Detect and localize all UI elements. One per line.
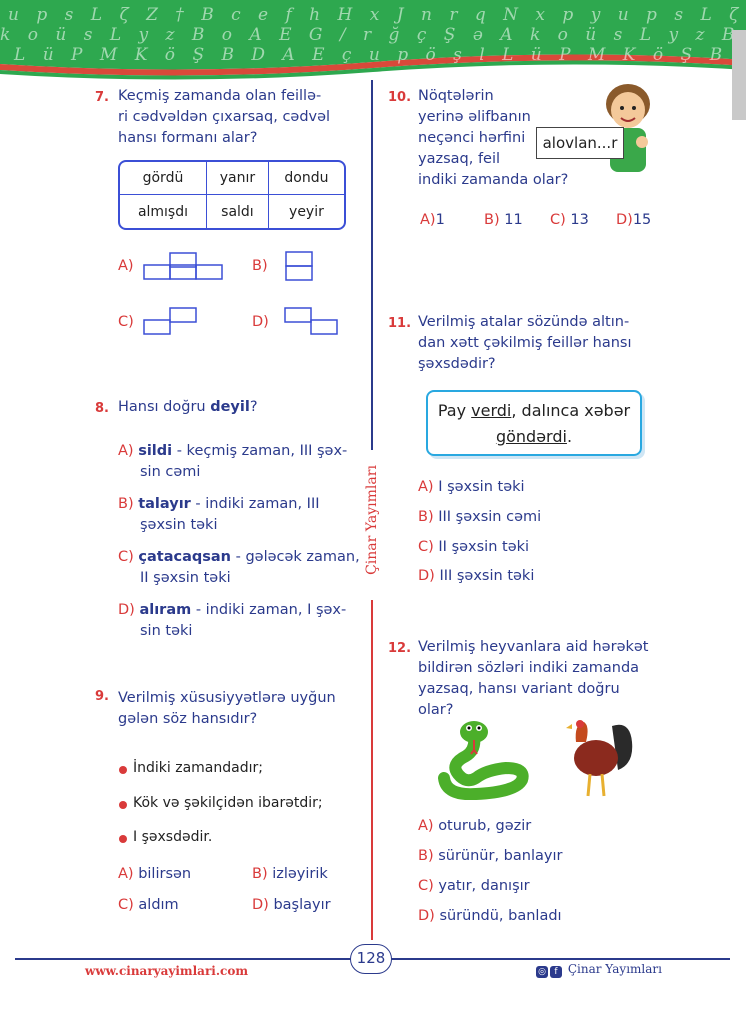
q11-proverb-box: Pay verdi, dalınca xəbər göndərdi. <box>426 390 642 456</box>
header-letter-pattern: u p s L ζ Z † B c e f h H x J n r q N x … <box>0 0 746 80</box>
instagram-icon: ◎ <box>536 966 548 978</box>
table-cell: dondu <box>268 162 344 195</box>
q12-number: 12. <box>388 641 412 656</box>
q8-text: Hansı doğru deyil? <box>118 399 258 415</box>
q9-option-b[interactable]: B) izləyirik <box>252 864 328 885</box>
q9-bullet: İndiki zamandadır; <box>119 760 263 776</box>
q7-shape-a-icon <box>143 252 223 280</box>
q9-bullet: Kök və şəkilçidən ibarətdir; <box>119 795 323 811</box>
table-cell: yanır <box>206 162 269 195</box>
side-brand-text: Çinar Yayımları <box>364 465 380 575</box>
q10-word-card: alovlan...r <box>536 127 624 159</box>
table-cell: almışdı <box>120 195 207 228</box>
q7-shape-d-icon <box>284 307 338 335</box>
q11-option-c[interactable]: C) II şəxsin təki <box>418 537 529 558</box>
q7-word-table: gördü yanır dondu almışdı saldı yeyir <box>118 160 346 230</box>
q7-number: 7. <box>95 90 109 105</box>
snake-illustration <box>438 721 529 800</box>
table-cell: yeyir <box>289 203 324 220</box>
q8-option-d[interactable]: D) alıram - indiki zaman, I şəx- sin tək… <box>118 600 346 642</box>
q12-option-d[interactable]: D) süründü, banladı <box>418 906 562 927</box>
table-cell: gördü <box>120 162 207 195</box>
q11-option-a[interactable]: A) I şəxsin təki <box>418 477 525 498</box>
facebook-icon: f <box>550 966 562 978</box>
q7-option-d[interactable]: D) <box>252 312 269 333</box>
table-cell: saldı <box>207 195 269 228</box>
q8-option-c[interactable]: C) çatacaqsan - gələcək zaman, II şəxsin… <box>118 547 360 589</box>
q7-text: Keçmiş zamanda olan feillə- ri cədvəldən… <box>118 88 331 146</box>
q8-option-a[interactable]: A) sildi - keçmiş zaman, III şəx- sin cə… <box>118 441 347 483</box>
pattern-row: u p s L ζ Z † B c e f h H x J n r q N x … <box>8 5 746 25</box>
q7-shape-c-icon <box>143 307 197 335</box>
rooster-illustration <box>566 720 633 797</box>
q10-option-a[interactable]: A)1 <box>420 210 445 231</box>
q9-bullet: I şəxsdədir. <box>118 829 213 845</box>
q8-option-b[interactable]: B) talayır - indiki zaman, III şəxsin tə… <box>118 494 320 536</box>
page-header-banner: u p s L ζ Z † B c e f h H x J n r q N x … <box>0 0 746 80</box>
q7-shape-b-icon <box>285 251 313 281</box>
q10-option-d[interactable]: D)15 <box>616 210 651 231</box>
q12-option-c[interactable]: C) yatır, danışır <box>418 876 530 897</box>
q12-text: Verilmiş heyvanlara aid hərəkət bildirən… <box>418 639 649 718</box>
q8-number: 8. <box>95 401 109 416</box>
footer-social[interactable]: ◎ f Çinar Yayımları <box>536 962 662 978</box>
q11-text: Verilmiş atalar sözündə altın- dan xətt … <box>418 314 632 372</box>
q9-option-d[interactable]: D) başlayır <box>252 895 331 916</box>
q7-option-b[interactable]: B) <box>252 256 268 277</box>
q10-option-c[interactable]: C) 13 <box>550 210 589 231</box>
q11-option-d[interactable]: D) III şəxsin təki <box>418 566 534 587</box>
q12-option-b[interactable]: B) sürünür, banlayır <box>418 846 562 867</box>
q9-option-c[interactable]: C) aldım <box>118 895 179 916</box>
q11-option-b[interactable]: B) III şəxsin cəmi <box>418 507 541 528</box>
q9-text: Verilmiş xüsusiyyətlərə uyğun gələn söz … <box>118 690 336 727</box>
q11-number: 11. <box>388 316 412 331</box>
q10-option-b[interactable]: B) 11 <box>484 210 523 231</box>
pattern-row: k o ü s L y z B o A E G / r ğ ç Ş ə A k … <box>0 25 746 45</box>
page-side-tab <box>732 30 746 120</box>
q7-option-c[interactable]: C) <box>118 312 134 333</box>
q7-option-a[interactable]: A) <box>118 256 134 277</box>
footer-website-link[interactable]: www.cinaryayimlari.com <box>85 964 248 978</box>
q12-option-a[interactable]: A) oturub, gəzir <box>418 816 531 837</box>
q10-number: 10. <box>388 90 412 105</box>
page-number: 128 <box>350 944 392 974</box>
q9-option-a[interactable]: A) bilirsən <box>118 864 191 885</box>
q9-number: 9. <box>95 689 109 704</box>
pattern-row: L ü P M K ö Ş B D A E ç u p ö ş l L ü P … <box>14 45 746 65</box>
